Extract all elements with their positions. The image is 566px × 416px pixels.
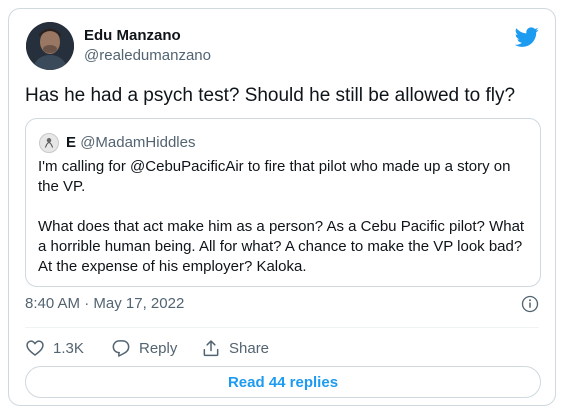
tweet-time[interactable]: 8:40 AM bbox=[25, 295, 80, 312]
heart-icon bbox=[26, 340, 44, 356]
tweet-card: Edu Manzano @realedumanzano Has he had a… bbox=[8, 8, 556, 406]
share-upload-icon bbox=[203, 340, 219, 357]
quoted-header: E @MadamHiddles bbox=[66, 134, 195, 151]
share-button[interactable]: Share bbox=[201, 337, 269, 359]
author-handle[interactable]: @realedumanzano bbox=[84, 47, 211, 64]
quoted-author-name[interactable]: E bbox=[66, 134, 76, 151]
timestamp-separator: · bbox=[80, 295, 94, 312]
like-count: 1.3K bbox=[53, 339, 84, 357]
share-label: Share bbox=[229, 339, 270, 357]
quoted-avatar-image bbox=[44, 138, 54, 148]
tweet-text: Has he had a psych test? Should he still… bbox=[25, 85, 516, 106]
quoted-author-handle[interactable]: @MadamHiddles bbox=[80, 134, 195, 151]
reply-bubble-icon bbox=[112, 340, 130, 357]
like-button[interactable]: 1.3K bbox=[25, 337, 84, 359]
tweet-date[interactable]: May 17, 2022 bbox=[93, 295, 184, 312]
avatar-photo bbox=[26, 22, 74, 70]
quoted-author-avatar[interactable] bbox=[39, 133, 59, 153]
reply-label: Reply bbox=[139, 339, 178, 357]
tweet-timestamp[interactable]: 8:40 AM · May 17, 2022 bbox=[25, 295, 184, 312]
quoted-tweet[interactable]: E @MadamHiddles I'm calling for @CebuPac… bbox=[25, 118, 541, 287]
author-name[interactable]: Edu Manzano bbox=[84, 27, 181, 44]
info-icon[interactable] bbox=[521, 295, 539, 313]
quoted-tweet-text: I'm calling for @CebuPacificAir to fire … bbox=[38, 158, 525, 275]
author-avatar[interactable] bbox=[26, 22, 74, 70]
read-replies-button[interactable]: Read 44 replies bbox=[25, 366, 541, 398]
twitter-bird-icon[interactable] bbox=[515, 25, 539, 49]
reply-button[interactable]: Reply bbox=[111, 337, 177, 359]
divider bbox=[25, 327, 539, 328]
